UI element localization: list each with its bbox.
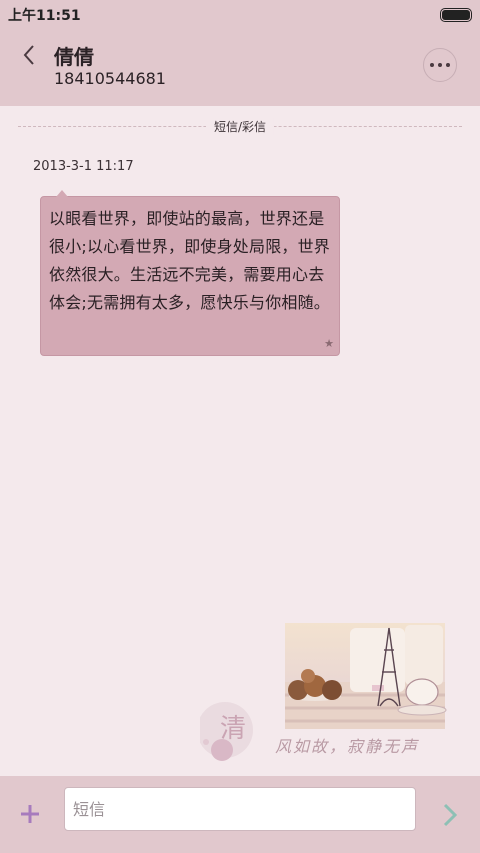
- more-dots-icon: [430, 63, 434, 67]
- send-button[interactable]: [438, 802, 462, 828]
- contact-name: 倩倩: [54, 45, 94, 69]
- back-button[interactable]: [14, 40, 44, 70]
- chevron-left-icon: [23, 45, 34, 65]
- more-options-button[interactable]: [423, 48, 457, 82]
- background-artwork: 清 风如故，寂静无声: [197, 620, 460, 770]
- star-icon: ★: [324, 337, 334, 350]
- art-caption: 风如故，寂静无声: [275, 737, 419, 756]
- status-time: 上午11:51: [8, 8, 81, 24]
- battery-icon: [440, 8, 472, 22]
- eiffel-tea-illustration: 清 风如故，寂静无声: [197, 623, 447, 761]
- message-timestamp: 2013-3-1 11:17: [33, 159, 134, 174]
- plus-icon: [21, 805, 39, 823]
- composer-bar: [0, 776, 480, 853]
- sms-input[interactable]: [64, 787, 416, 831]
- status-bar: 上午11:51: [0, 0, 480, 28]
- contact-phone-number: 18410544681: [54, 69, 166, 88]
- art-character: 清: [220, 714, 246, 744]
- conversation-header: 倩倩 18410544681: [0, 28, 480, 106]
- message-bubble[interactable]: 以眼看世界，即使站的最高，世界还是很小;以心看世界，即使身处局限，世界依然很大。…: [40, 190, 340, 356]
- message-type-label: 短信/彩信: [205, 118, 275, 135]
- chevron-right-icon: [443, 803, 458, 827]
- message-type-divider: 短信/彩信: [18, 118, 462, 135]
- message-text: 以眼看世界，即使站的最高，世界还是很小;以心看世界，即使身处局限，世界依然很大。…: [49, 209, 330, 312]
- attach-button[interactable]: [18, 802, 42, 826]
